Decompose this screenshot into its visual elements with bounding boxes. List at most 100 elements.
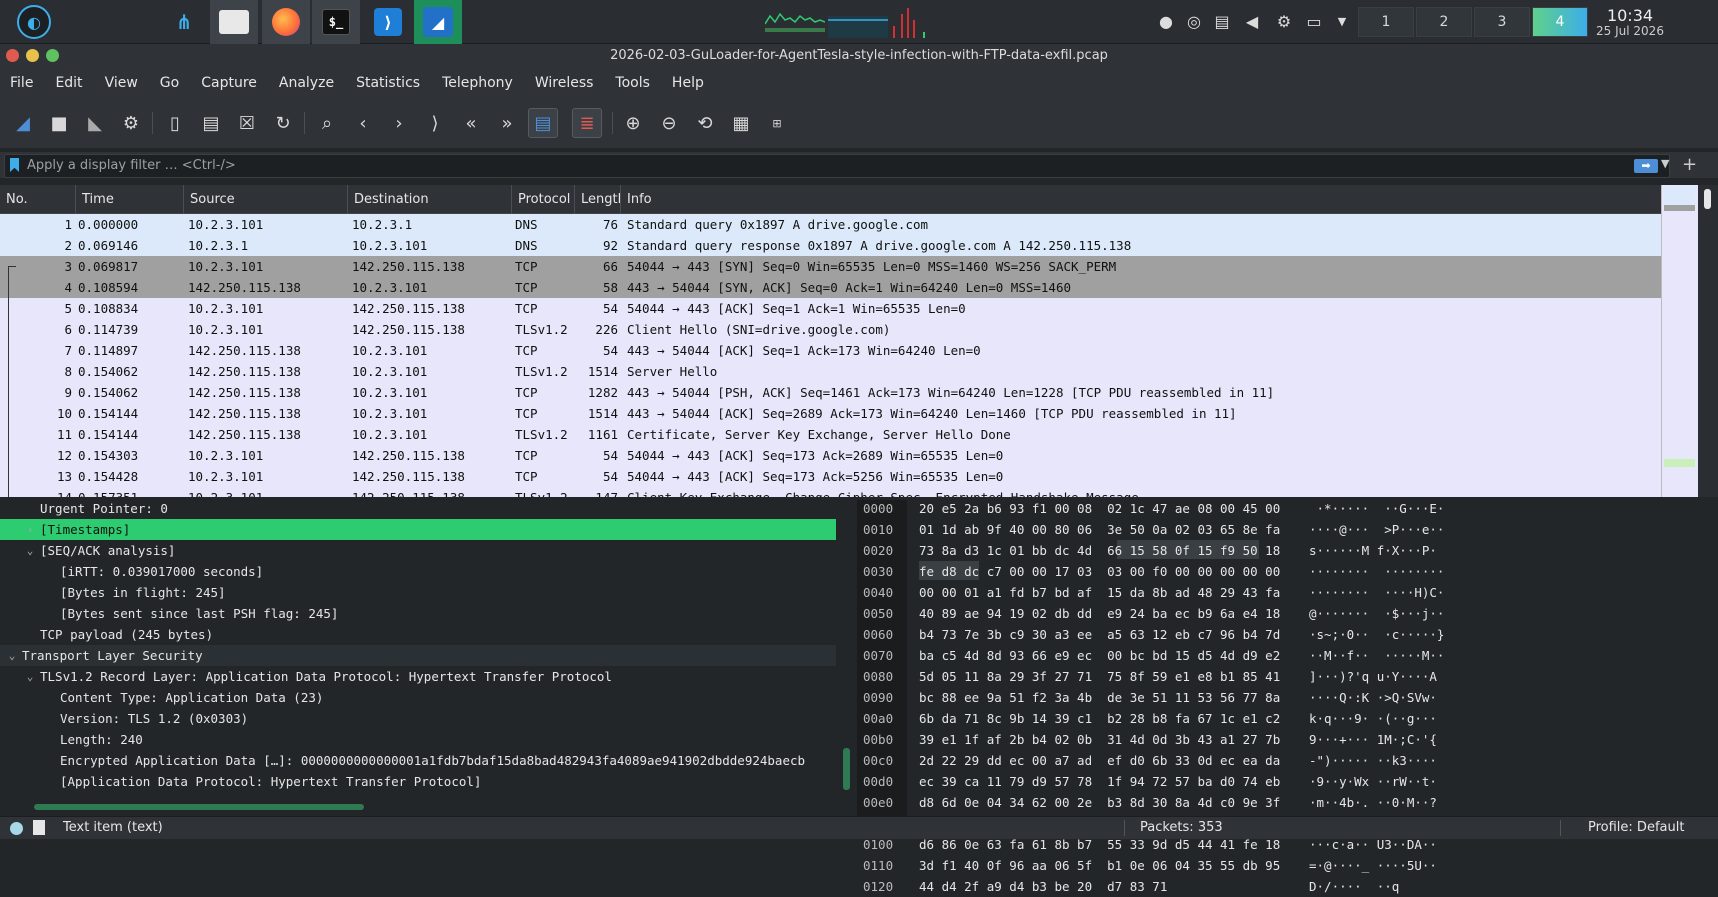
detail-tree-item[interactable]: ⌄ [SEQ/ACK analysis] xyxy=(0,540,836,561)
detail-tree-item[interactable]: Length: 240 xyxy=(0,729,836,750)
packet-row[interactable]: 3 0.069817 10.2.3.101 142.250.115.138 TCP 66 5… xyxy=(0,256,1661,277)
menu-tools[interactable]: Tools xyxy=(615,75,650,91)
byte-ascii[interactable]: ·m··4b·. ··0·M··? xyxy=(1309,792,1437,813)
desktop-2[interactable]: 2 xyxy=(1416,7,1472,37)
byte-ascii[interactable]: ····Q·:K ·>Q·SVw· xyxy=(1309,687,1437,708)
detail-tree-item[interactable]: Encrypted Application Data […]: 00000000… xyxy=(0,750,836,771)
expanded-chevron-icon[interactable]: ⌄ xyxy=(24,666,36,687)
capture-options-icon[interactable]: ⚙ xyxy=(116,108,146,138)
detail-tree-item[interactable]: [Bytes sent since last PSH flag: 245] xyxy=(0,603,836,624)
byte-ascii[interactable]: =·@····_ ····5U·· xyxy=(1309,855,1437,876)
network-icon[interactable]: ⋔ xyxy=(160,0,208,44)
byte-hex[interactable]: ba c5 4d 8d 93 66 e9 ec 00 bc bd 15 d5 4… xyxy=(919,645,1280,666)
menu-analyze[interactable]: Analyze xyxy=(279,75,334,91)
menu-wireless[interactable]: Wireless xyxy=(535,75,594,91)
column-destination[interactable]: Destination xyxy=(348,185,512,214)
packet-minimap[interactable] xyxy=(1661,185,1696,497)
byte-hex[interactable]: 2d 22 29 dd ec 00 a7 ad ef d0 6b 33 0d e… xyxy=(919,750,1280,771)
menu-view[interactable]: View xyxy=(105,75,138,91)
detail-tree-item[interactable]: [Application Data Protocol: Hypertext Tr… xyxy=(0,771,836,792)
menu-file[interactable]: File xyxy=(10,75,33,91)
start-capture-icon[interactable]: ◢ xyxy=(8,108,38,138)
packet-row[interactable]: 6 0.114739 10.2.3.101 142.250.115.138 TLSv1.… xyxy=(0,319,1661,340)
byte-hex[interactable]: fe d8 dc c7 00 00 17 03 03 00 f0 00 00 0… xyxy=(919,561,1280,582)
last-packet-icon[interactable]: » xyxy=(492,108,522,138)
menu-edit[interactable]: Edit xyxy=(55,75,82,91)
detail-tree-item[interactable]: › [Timestamps] xyxy=(0,519,836,540)
expanded-chevron-icon[interactable]: ⌄ xyxy=(6,645,18,666)
resize-columns-icon[interactable]: ▦ xyxy=(726,108,756,138)
add-filter-button-icon[interactable]: + xyxy=(1682,154,1697,175)
column-source[interactable]: Source xyxy=(184,185,348,214)
next-packet-icon[interactable]: › xyxy=(384,108,414,138)
packet-row[interactable]: 13 0.154428 10.2.3.101 142.250.115.138 TCP 54… xyxy=(0,466,1661,487)
packet-row[interactable]: 5 0.108834 10.2.3.101 142.250.115.138 TCP 54 5… xyxy=(0,298,1661,319)
byte-ascii[interactable]: D·/···· ··q xyxy=(1309,876,1399,897)
detail-tree-item[interactable]: TCP payload (245 bytes) xyxy=(0,624,836,645)
filter-history-dropdown-icon[interactable]: ▼ xyxy=(1661,157,1669,170)
layout-icon[interactable]: ⊞ xyxy=(762,108,792,138)
byte-hex[interactable]: ec 39 ca 11 79 d9 57 78 1f 94 72 57 ba d… xyxy=(919,771,1280,792)
detail-tree-item[interactable]: [Bytes in flight: 245] xyxy=(0,582,836,603)
packet-row[interactable]: 1 0.000000 10.2.3.101 10.2.3.1 DNS 76 Standard… xyxy=(0,214,1661,235)
byte-ascii[interactable]: ·*····· ··G···E· xyxy=(1309,498,1445,519)
packet-list[interactable]: No. Time Source Destination Protocol Len… xyxy=(0,185,1718,497)
packet-row[interactable]: 12 0.154303 10.2.3.101 142.250.115.138 TCP 54… xyxy=(0,445,1661,466)
packet-details-tree[interactable]: Urgent Pointer: 0 › [Timestamps] ⌄ [SEQ/ACK … xyxy=(0,500,836,816)
byte-hex[interactable]: 20 e5 2a b6 93 f1 00 08 02 1c 47 ae 08 0… xyxy=(919,498,1280,519)
packet-row[interactable]: 9 0.154062 142.250.115.138 10.2.3.101 TCP 128… xyxy=(0,382,1661,403)
restart-capture-icon[interactable]: ◣ xyxy=(80,108,110,138)
zoom-in-icon[interactable]: ⊕ xyxy=(618,108,648,138)
volume-icon[interactable]: ◀ xyxy=(1242,12,1262,32)
tray-expand-icon[interactable]: ▼ xyxy=(1332,12,1352,32)
byte-hex[interactable]: bc 88 ee 9a 51 f2 3a 4b de 3e 51 11 53 5… xyxy=(919,687,1280,708)
save-file-icon[interactable]: ▤ xyxy=(196,108,226,138)
byte-hex[interactable]: 73 8a d3 1c 01 bb dc 4d 66 15 58 0f 15 f… xyxy=(919,540,1280,561)
menu-capture[interactable]: Capture xyxy=(201,75,257,91)
detail-tree-item[interactable]: ⌄ TLSv1.2 Record Layer: Application Data … xyxy=(0,666,836,687)
packet-bytes-pane[interactable]: 0000 20 e5 2a b6 93 f1 00 08 02 1c 47 ae … xyxy=(857,498,1718,894)
byte-hex[interactable]: 00 00 01 a1 fd b7 bd af 15 da 8b ad 48 2… xyxy=(919,582,1280,603)
details-vertical-scrollbar[interactable] xyxy=(843,748,850,790)
clock-time[interactable]: 10:34 xyxy=(1575,6,1685,25)
packet-row[interactable]: 4 0.108594 142.250.115.138 10.2.3.101 TCP 58 4… xyxy=(0,277,1661,298)
vscode-icon[interactable]: ⟩ xyxy=(364,0,412,44)
byte-ascii[interactable]: s······M f·X···P· xyxy=(1309,540,1437,561)
previous-packet-icon[interactable]: ‹ xyxy=(348,108,378,138)
byte-ascii[interactable]: ····@··· >P···e·· xyxy=(1309,519,1444,540)
wireshark-icon[interactable]: ◢ xyxy=(414,0,462,44)
desktop-1[interactable]: 1 xyxy=(1358,7,1414,37)
byte-hex[interactable]: 40 89 ae 94 19 02 db dd e9 24 ba ec b9 6… xyxy=(919,603,1280,624)
column-no[interactable]: No. xyxy=(0,185,76,214)
byte-ascii[interactable]: ········ ····H)C· xyxy=(1309,582,1444,603)
packet-row[interactable]: 10 0.154144 142.250.115.138 10.2.3.101 TCP 15… xyxy=(0,403,1661,424)
packet-row[interactable]: 11 0.154144 142.250.115.138 10.2.3.101 TLSv1… xyxy=(0,424,1661,445)
display-icon[interactable]: ▭ xyxy=(1304,12,1324,32)
packet-row[interactable]: 2 0.069146 10.2.3.1 10.2.3.101 DNS 92 Standard… xyxy=(0,235,1661,256)
find-packet-icon[interactable]: ⌕ xyxy=(312,108,342,138)
kde-menu-icon[interactable]: ◐ xyxy=(10,0,58,44)
reload-file-icon[interactable]: ↻ xyxy=(268,108,298,138)
detail-tree-item[interactable]: Content Type: Application Data (23) xyxy=(0,687,836,708)
byte-hex[interactable]: 39 e1 1f af 2b b4 02 0b 31 4d 0d 3b 43 a… xyxy=(919,729,1280,750)
collapsed-chevron-icon[interactable]: › xyxy=(24,519,36,540)
autoscroll-icon[interactable]: ▤ xyxy=(528,108,558,138)
byte-hex[interactable]: 6b da 71 8c 9b 14 39 c1 b2 28 b8 fa 67 1… xyxy=(919,708,1280,729)
detail-tree-item[interactable]: ⌄ Transport Layer Security xyxy=(0,645,836,666)
detail-tree-item[interactable]: Urgent Pointer: 0 xyxy=(0,500,836,519)
byte-ascii[interactable]: @······· ·$···j·· xyxy=(1309,603,1444,624)
firefox-icon[interactable] xyxy=(262,0,310,44)
byte-ascii[interactable]: ··M··f·· ·····M·· xyxy=(1309,645,1444,666)
expert-info-icon[interactable] xyxy=(10,822,23,835)
stop-capture-icon[interactable]: ■ xyxy=(44,108,74,138)
clipboard-icon[interactable]: ▤ xyxy=(1212,12,1232,32)
notifications-icon[interactable]: ● xyxy=(1156,12,1176,32)
terminal-icon[interactable]: $_ xyxy=(312,0,360,44)
close-file-icon[interactable]: ☒ xyxy=(232,108,262,138)
column-protocol[interactable]: Protocol xyxy=(512,185,575,214)
packet-list-scrollbar[interactable] xyxy=(1698,185,1718,497)
menu-help[interactable]: Help xyxy=(672,75,704,91)
menu-statistics[interactable]: Statistics xyxy=(356,75,420,91)
file-manager-icon[interactable] xyxy=(210,0,258,44)
byte-hex[interactable]: 5d 05 11 8a 29 3f 27 71 75 8f 59 e1 e8 b… xyxy=(919,666,1280,687)
